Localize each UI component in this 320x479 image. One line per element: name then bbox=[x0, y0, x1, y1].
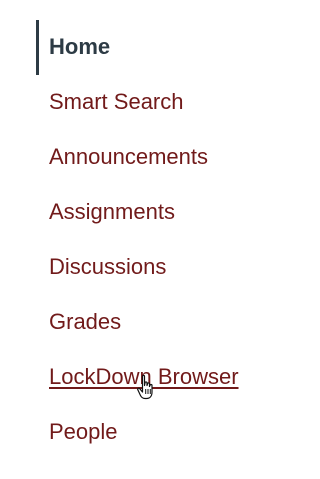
nav-item-discussions: Discussions bbox=[36, 240, 272, 295]
nav-link-home[interactable]: Home bbox=[36, 20, 114, 75]
nav-item-home: Home bbox=[36, 20, 272, 75]
nav-link-discussions[interactable]: Discussions bbox=[36, 240, 170, 295]
nav-link-people[interactable]: People bbox=[36, 405, 122, 460]
nav-item-smart-search: Smart Search bbox=[36, 75, 272, 130]
nav-link-grades[interactable]: Grades bbox=[36, 295, 125, 350]
nav-link-smart-search[interactable]: Smart Search bbox=[36, 75, 188, 130]
nav-item-assignments: Assignments bbox=[36, 185, 272, 240]
nav-link-announcements[interactable]: Announcements bbox=[36, 130, 212, 185]
nav-item-announcements: Announcements bbox=[36, 130, 272, 185]
nav-link-assignments[interactable]: Assignments bbox=[36, 185, 179, 240]
nav-item-grades: Grades bbox=[36, 295, 272, 350]
hand-pointer-icon bbox=[136, 373, 158, 401]
nav-item-people: People bbox=[36, 405, 272, 460]
